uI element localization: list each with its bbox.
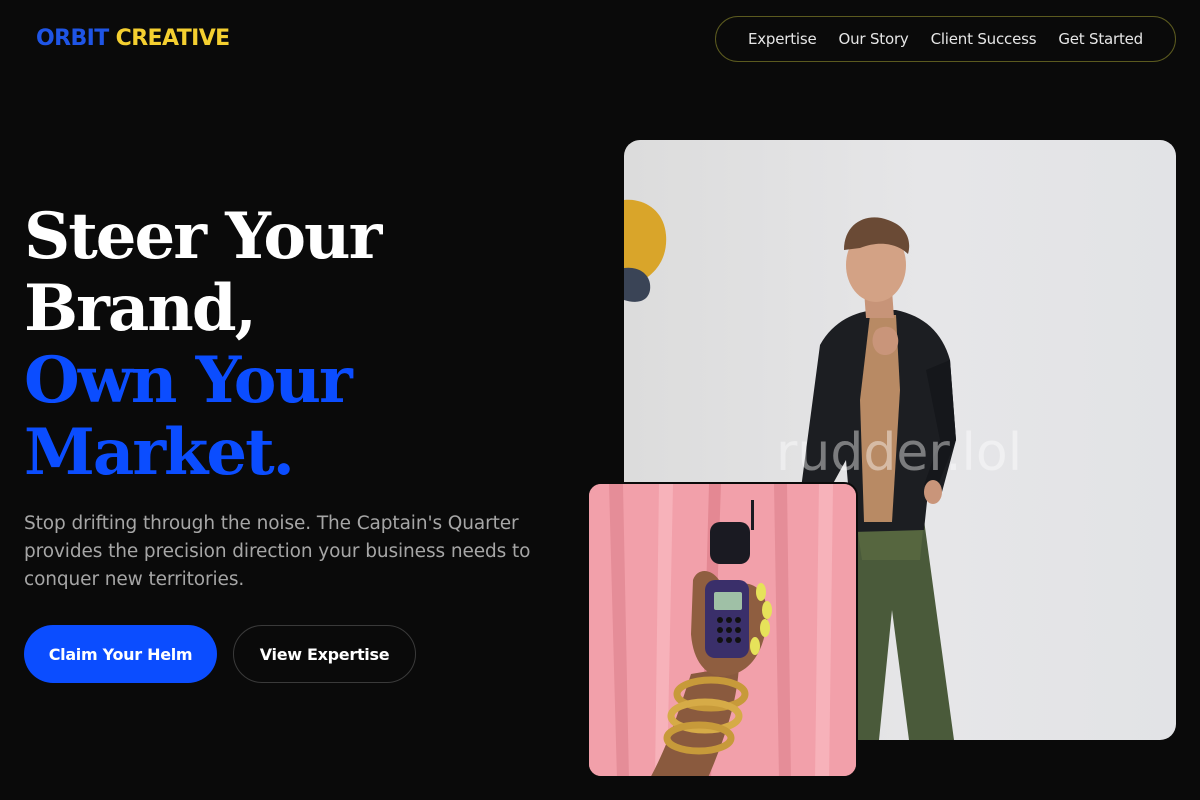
image-watermark: rudder.lol — [776, 423, 1023, 483]
hero-inset-image — [587, 482, 858, 778]
main-nav: Expertise Our Story Client Success Get S… — [715, 16, 1176, 62]
view-expertise-button[interactable]: View Expertise — [233, 625, 416, 683]
headline-line-1: Steer Your — [24, 199, 382, 274]
headline-line-2: Brand, — [24, 271, 257, 346]
claim-your-helm-button[interactable]: Claim Your Helm — [24, 625, 217, 683]
hero-headline: Steer Your Brand, Own Your Market. — [24, 199, 382, 490]
nav-link-our-story[interactable]: Our Story — [839, 30, 909, 48]
hand-holding-phone-illustration — [589, 484, 856, 776]
headline-accent-line-1: Own Your — [24, 343, 353, 418]
brand-logo[interactable]: ORBIT CREATIVE — [36, 26, 230, 51]
headline-accent-line-2: Market. — [24, 415, 295, 490]
brand-logo-word2: CREATIVE — [115, 26, 230, 51]
brand-logo-word1: ORBIT — [36, 26, 109, 51]
page: ORBIT CREATIVE Expertise Our Story Clien… — [0, 0, 1200, 800]
nav-link-expertise[interactable]: Expertise — [748, 30, 817, 48]
hero-subtext: Stop drifting through the noise. The Cap… — [24, 513, 531, 590]
nav-link-client-success[interactable]: Client Success — [931, 30, 1037, 48]
nav-link-get-started[interactable]: Get Started — [1058, 30, 1143, 48]
